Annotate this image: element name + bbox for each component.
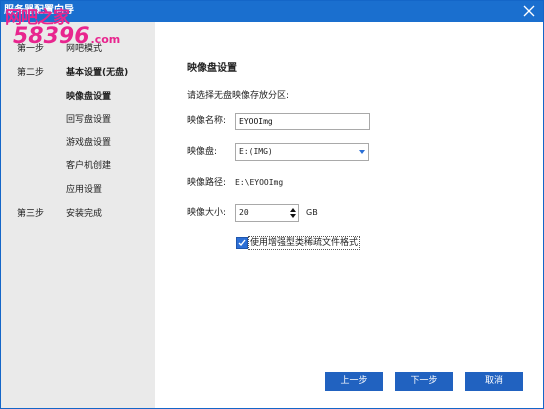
wizard-window: 服务器配置向导 第一步 网吧模式 第二步 基本设置(无盘) 映像盘设置 回写盘设… <box>0 0 544 409</box>
image-path-value: E:\EYOOImg <box>235 178 284 187</box>
watermark-bottom: 58396.com <box>13 25 120 53</box>
watermark-domain: .com <box>90 33 121 46</box>
sidebar-item-image-disk[interactable]: 映像盘设置 <box>66 91 111 103</box>
sidebar-item-install-complete[interactable]: 安装完成 <box>66 208 102 220</box>
sidebar-item-app-settings[interactable]: 应用设置 <box>66 184 102 196</box>
sidebar: 第一步 网吧模式 第二步 基本设置(无盘) 映像盘设置 回写盘设置 游戏盘设置 … <box>1 22 155 408</box>
watermark-logo: 网吧之家 58396.com <box>3 9 120 49</box>
step-2-label: 第二步 <box>17 68 45 78</box>
section-title: 映像盘设置 <box>187 63 237 74</box>
image-size-label: 映像大小: <box>187 208 227 218</box>
chevron-down-icon <box>359 150 365 154</box>
prev-button[interactable]: 上一步 <box>325 372 383 391</box>
image-size-value: 20 <box>239 208 249 217</box>
checkmark-icon <box>238 239 246 247</box>
image-size-stepper[interactable]: 20 <box>235 204 299 222</box>
image-size-unit: GB <box>306 208 318 217</box>
image-disk-value: E:(IMG) <box>239 147 273 156</box>
partition-prompt: 请选择无盘映像存放分区: <box>187 91 290 101</box>
image-name-label: 映像名称: <box>187 116 227 126</box>
next-button[interactable]: 下一步 <box>395 372 453 391</box>
sidebar-item-basic-settings[interactable]: 基本设置(无盘) <box>66 67 128 79</box>
cancel-button[interactable]: 取消 <box>465 372 523 391</box>
watermark-number: 58396 <box>13 24 90 49</box>
step-3-label: 第三步 <box>17 209 45 219</box>
spin-down-icon[interactable] <box>290 214 296 218</box>
main-content: 映像盘设置 请选择无盘映像存放分区: 映像名称: EYOOImg 映像盘: E:… <box>155 22 543 408</box>
close-icon[interactable] <box>521 3 537 19</box>
spin-up-icon[interactable] <box>290 208 296 212</box>
sparse-format-label[interactable]: 使用增强型类稀疏文件格式 <box>248 236 361 250</box>
image-name-input[interactable]: EYOOImg <box>235 113 370 130</box>
sparse-format-checkbox[interactable] <box>236 237 248 249</box>
image-disk-select[interactable]: E:(IMG) <box>235 143 369 161</box>
sidebar-item-writeback-disk[interactable]: 回写盘设置 <box>66 114 111 126</box>
image-path-label: 映像路径: <box>187 178 227 188</box>
sidebar-item-client-create[interactable]: 客户机创建 <box>66 160 111 172</box>
sidebar-item-game-disk[interactable]: 游戏盘设置 <box>66 137 111 149</box>
image-disk-label: 映像盘: <box>187 147 218 157</box>
